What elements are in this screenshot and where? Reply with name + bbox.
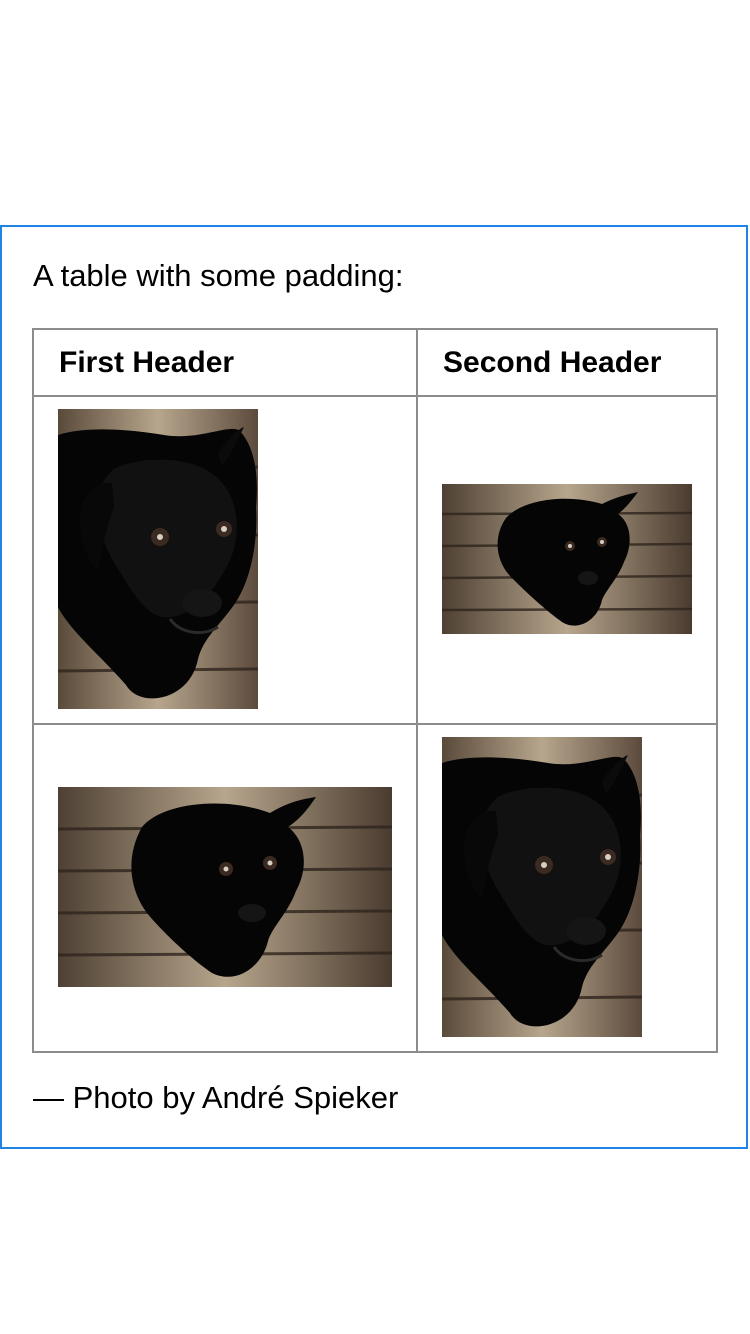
table-cell bbox=[416, 395, 718, 725]
table-cell bbox=[416, 723, 718, 1053]
puppy-photo-landscape bbox=[442, 484, 692, 634]
puppy-photo-portrait bbox=[442, 737, 642, 1037]
table-header-second: Second Header bbox=[416, 328, 718, 397]
table-row bbox=[32, 723, 718, 1053]
table-header-row: First Header Second Header bbox=[32, 328, 718, 397]
table-cell bbox=[32, 723, 418, 1053]
intro-text: A table with some padding: bbox=[33, 258, 404, 293]
table-cell bbox=[32, 395, 418, 725]
photo-table: First Header Second Header bbox=[32, 328, 718, 1053]
photo-credit: — Photo by André Spieker bbox=[33, 1080, 399, 1115]
puppy-photo-landscape bbox=[58, 787, 392, 987]
table-row bbox=[32, 395, 718, 725]
table-header-first: First Header bbox=[32, 328, 418, 397]
puppy-photo-portrait bbox=[58, 409, 258, 709]
